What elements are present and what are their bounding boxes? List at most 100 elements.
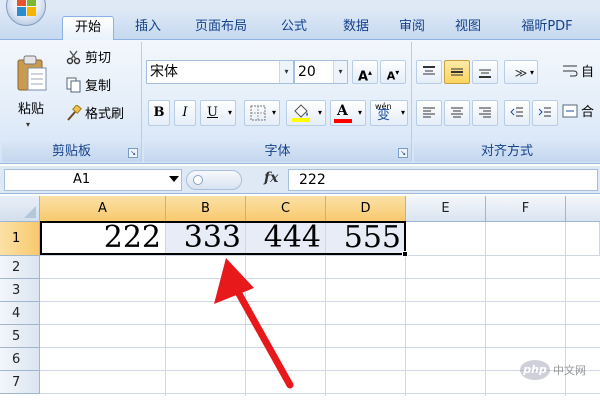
orientation-icon: ≫	[514, 66, 528, 80]
borders-icon	[250, 105, 266, 121]
row-header-2[interactable]: 2	[0, 256, 40, 279]
font-size-combo[interactable]: 20 ▾	[294, 60, 348, 84]
row-header-1[interactable]: 1	[0, 222, 40, 256]
phonetic-char: 变	[377, 108, 391, 123]
formula-bar: A1 fx 222	[0, 166, 600, 194]
column-header-e[interactable]: E	[406, 196, 486, 222]
cut-button[interactable]: 剪切	[66, 48, 111, 70]
office-logo-icon	[17, 0, 37, 17]
select-all-button[interactable]	[0, 196, 40, 222]
orientation-button[interactable]: ≫ ▾	[504, 60, 538, 84]
tab-formulas[interactable]: 公式	[268, 16, 320, 40]
tab-view[interactable]: 视图	[446, 16, 490, 40]
tab-review[interactable]: 审阅	[390, 16, 434, 40]
row-header-5[interactable]: 5	[0, 325, 40, 348]
align-right-icon	[479, 107, 491, 118]
ribbon: 粘贴 ▾ 剪切 复制 格式刷 剪贴板 ↘ 宋体 ▾ 20 ▾ A▴ A▾ B I…	[0, 40, 600, 164]
font-launcher-icon[interactable]: ↘	[398, 148, 408, 158]
empty-cells-grid[interactable]	[40, 256, 600, 396]
decrease-indent-button[interactable]	[504, 100, 530, 126]
fill-handle[interactable]	[402, 251, 408, 257]
splitter-knob-icon	[193, 175, 203, 185]
shrink-font-button[interactable]: A▾	[380, 60, 406, 84]
increase-indent-button[interactable]	[532, 100, 558, 126]
column-header-d[interactable]: D	[326, 196, 406, 222]
font-name-dropdown-icon[interactable]: ▾	[279, 61, 293, 83]
paste-icon	[17, 55, 47, 91]
name-box[interactable]: A1	[4, 169, 182, 191]
paintbrush-icon	[67, 105, 82, 121]
column-header-g[interactable]	[566, 196, 600, 222]
column-header-a[interactable]: A	[40, 196, 166, 222]
cell-c1[interactable]: 444	[246, 222, 326, 256]
tab-page-layout[interactable]: 页面布局	[184, 16, 258, 40]
paste-button[interactable]: 粘贴 ▾	[10, 50, 54, 136]
font-color-dropdown-icon[interactable]: ▾	[358, 101, 362, 125]
bold-button[interactable]: B	[148, 100, 170, 126]
copy-button[interactable]: 复制	[66, 76, 111, 98]
font-size-dropdown-icon[interactable]: ▾	[333, 61, 347, 83]
name-box-value: A1	[73, 172, 91, 187]
cell-f1[interactable]	[486, 222, 566, 256]
cell-g1[interactable]	[566, 222, 600, 256]
phonetic-guide-button[interactable]: wén 变 ▾	[370, 100, 408, 126]
cut-label: 剪切	[85, 51, 112, 66]
underline-dropdown-icon[interactable]: ▾	[228, 101, 232, 125]
wrap-text-button[interactable]: 自	[562, 62, 594, 84]
cell-d1[interactable]: 555	[326, 222, 406, 256]
grow-font-button[interactable]: A▴	[352, 60, 378, 84]
phonetic-dropdown-icon[interactable]: ▾	[401, 101, 405, 125]
tab-insert[interactable]: 插入	[122, 16, 174, 40]
name-box-dropdown-icon[interactable]	[169, 176, 179, 182]
align-center-button[interactable]	[444, 100, 470, 126]
orientation-dropdown-icon[interactable]: ▾	[530, 61, 534, 85]
row-header-6[interactable]: 6	[0, 348, 40, 371]
font-group-label: 字体	[144, 142, 411, 162]
paste-dropdown-icon[interactable]: ▾	[26, 120, 30, 129]
font-size-value: 20	[298, 64, 316, 80]
font-name-value: 宋体	[150, 64, 178, 80]
align-bottom-button[interactable]	[472, 60, 498, 84]
align-top-button[interactable]	[416, 60, 442, 84]
cell-a1[interactable]: 222	[40, 222, 166, 256]
formula-input[interactable]: 222	[288, 169, 598, 191]
paint-bucket-icon	[292, 104, 310, 122]
fill-color-button[interactable]: ▾	[286, 100, 326, 126]
align-center-icon	[451, 107, 463, 118]
underline-button[interactable]: U ▾	[200, 100, 236, 126]
italic-button[interactable]: I	[174, 100, 196, 126]
tab-home[interactable]: 开始	[62, 16, 114, 40]
tab-data[interactable]: 数据	[330, 16, 382, 40]
increase-indent-icon	[538, 107, 551, 117]
align-left-icon	[423, 107, 435, 118]
row-header-3[interactable]: 3	[0, 279, 40, 302]
column-header-f[interactable]: F	[486, 196, 566, 222]
align-right-button[interactable]	[472, 100, 498, 126]
clipboard-launcher-icon[interactable]: ↘	[128, 148, 138, 158]
formula-splitter-handle[interactable]	[186, 170, 242, 190]
align-left-button[interactable]	[416, 100, 442, 126]
format-painter-button[interactable]: 格式刷	[66, 104, 124, 126]
merge-center-button[interactable]: 合	[562, 102, 594, 124]
row-header-4[interactable]: 4	[0, 302, 40, 325]
borders-dropdown-icon[interactable]: ▾	[272, 101, 276, 125]
column-header-b[interactable]: B	[166, 196, 246, 222]
font-name-combo[interactable]: 宋体 ▾	[146, 60, 294, 84]
borders-button[interactable]: ▾	[244, 100, 280, 126]
font-color-button[interactable]: A ▾	[330, 100, 366, 126]
column-header-c[interactable]: C	[246, 196, 326, 222]
shrink-font-icon: ▾	[395, 68, 400, 77]
row-header-7[interactable]: 7	[0, 371, 40, 394]
title-bar	[0, 0, 600, 12]
shrink-font-label: A	[386, 69, 396, 83]
align-middle-button[interactable]	[444, 60, 470, 84]
scissors-icon	[66, 50, 81, 65]
fill-color-dropdown-icon[interactable]: ▾	[318, 101, 322, 125]
formula-tools: fx	[186, 169, 286, 191]
cell-b1[interactable]: 333	[166, 222, 246, 256]
decrease-indent-icon	[510, 107, 523, 117]
tab-foxit-pdf[interactable]: 福昕PDF	[506, 16, 588, 40]
insert-function-button[interactable]: fx	[264, 170, 278, 186]
clipboard-group-label: 剪贴板	[2, 142, 141, 162]
cell-e1[interactable]	[406, 222, 486, 256]
